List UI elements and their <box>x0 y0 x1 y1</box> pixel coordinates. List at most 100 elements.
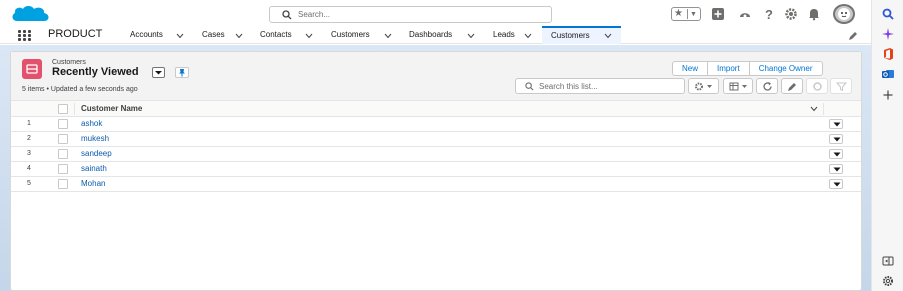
nav-tab-label: Customers <box>331 30 370 39</box>
notifications-bell-icon[interactable] <box>807 7 821 21</box>
row-checkbox[interactable] <box>58 164 68 174</box>
display-as-button[interactable] <box>723 78 753 94</box>
list-view-controls-button[interactable] <box>688 78 719 94</box>
sidebar-toggle-icon[interactable] <box>882 255 894 267</box>
nav-tab-customers[interactable]: Customers <box>331 26 395 44</box>
global-search-input[interactable]: Search... <box>269 6 552 23</box>
list-actions-button-group: New Import Change Owner <box>672 61 823 76</box>
add-icon[interactable] <box>882 89 894 101</box>
office-icon[interactable] <box>882 48 894 60</box>
user-avatar[interactable] <box>833 4 855 24</box>
chevron-down-icon[interactable] <box>810 106 818 112</box>
row-number: 2 <box>27 135 31 142</box>
global-actions-icon[interactable] <box>711 7 725 21</box>
gear-icon <box>695 82 712 91</box>
app-launcher-icon[interactable] <box>18 30 32 42</box>
nav-tab-accounts[interactable]: Accounts <box>130 26 188 44</box>
refresh-button[interactable] <box>756 78 778 94</box>
nav-tab-cases[interactable]: Cases <box>202 26 246 44</box>
column-divider <box>823 103 824 115</box>
select-all-checkbox[interactable] <box>58 104 68 114</box>
table-row[interactable]: 2 mukesh <box>11 132 861 147</box>
chevron-down-icon[interactable] <box>384 33 392 39</box>
column-divider <box>74 103 75 115</box>
salesforce-logo[interactable] <box>9 3 53 25</box>
row-checkbox[interactable] <box>58 134 68 144</box>
search-icon[interactable] <box>882 8 894 20</box>
list-search-placeholder: Search this list... <box>539 82 598 91</box>
chevron-down-icon[interactable]: ▼ <box>690 9 697 20</box>
filter-button[interactable] <box>830 78 852 94</box>
customer-name-link[interactable]: sainath <box>81 164 107 173</box>
chevron-down-icon[interactable] <box>467 33 475 39</box>
row-actions-button[interactable] <box>829 179 843 189</box>
app-name: PRODUCT <box>48 28 103 40</box>
chevron-down-icon <box>833 152 841 157</box>
chevron-down-icon <box>155 71 162 75</box>
list-view-card: Customers Recently Viewed 5 items • Upda… <box>10 51 862 291</box>
chevron-down-icon[interactable] <box>305 33 313 39</box>
chevron-down-icon[interactable] <box>176 33 184 39</box>
table-row[interactable]: 5 Mohan <box>11 177 861 192</box>
nav-tab-customers-active[interactable]: Customers <box>542 26 621 44</box>
nav-tab-leads[interactable]: Leads <box>493 26 535 44</box>
change-owner-button[interactable]: Change Owner <box>750 62 822 75</box>
app-navigation-bar: PRODUCT Accounts Cases Contacts Customer… <box>0 26 871 44</box>
customer-name-link[interactable]: sandeep <box>81 149 112 158</box>
table-icon <box>729 82 747 91</box>
nav-tab-label: Leads <box>493 30 515 39</box>
inline-edit-button[interactable] <box>781 78 803 94</box>
row-actions-button[interactable] <box>829 119 843 129</box>
setup-gear-icon[interactable] <box>784 7 798 21</box>
outlook-icon[interactable] <box>882 68 894 80</box>
nav-tab-dashboards[interactable]: Dashboards <box>409 26 479 44</box>
chevron-down-icon[interactable] <box>235 33 243 39</box>
pin-list-view-button[interactable] <box>175 67 189 78</box>
column-header-customer-name[interactable]: Customer Name <box>81 104 142 113</box>
new-button[interactable]: New <box>673 62 709 75</box>
list-search-input[interactable]: Search this list... <box>515 78 685 94</box>
table-row[interactable]: 3 sandeep <box>11 147 861 162</box>
import-button[interactable]: Import <box>708 62 750 75</box>
edit-nav-pencil-icon[interactable] <box>848 31 858 41</box>
row-number: 4 <box>27 165 31 172</box>
settings-gear-icon[interactable] <box>882 275 894 287</box>
chevron-down-icon[interactable] <box>524 33 532 39</box>
chevron-down-icon <box>833 122 841 127</box>
list-view-switcher-button[interactable] <box>152 67 165 78</box>
charts-button[interactable] <box>806 78 828 94</box>
list-view-header: Customers Recently Viewed 5 items • Upda… <box>11 52 861 101</box>
favorites-divider <box>687 9 688 19</box>
help-icon[interactable]: ? <box>762 7 776 21</box>
table-header-row: Customer Name <box>11 101 861 117</box>
pencil-icon <box>788 83 796 91</box>
table-row[interactable]: 4 sainath <box>11 162 861 177</box>
nav-tab-contacts[interactable]: Contacts <box>260 26 316 44</box>
chevron-down-icon[interactable] <box>604 33 612 39</box>
row-actions-button[interactable] <box>829 134 843 144</box>
pin-icon <box>179 69 185 77</box>
customer-name-link[interactable]: ashok <box>81 119 102 128</box>
row-actions-button[interactable] <box>829 164 843 174</box>
favorites-button[interactable]: ★ ▼ <box>671 7 701 21</box>
row-checkbox[interactable] <box>58 179 68 189</box>
row-checkbox[interactable] <box>58 149 68 159</box>
customer-name-link[interactable]: mukesh <box>81 134 109 143</box>
row-actions-button[interactable] <box>829 149 843 159</box>
row-number: 5 <box>27 180 31 187</box>
row-checkbox[interactable] <box>58 119 68 129</box>
copilot-sparkle-icon[interactable] <box>882 28 894 40</box>
svg-text:?: ? <box>765 7 773 21</box>
list-meta-status: 5 items • Updated a few seconds ago <box>22 86 138 93</box>
trailhead-icon[interactable] <box>738 7 752 21</box>
browser-sidebar <box>871 0 903 291</box>
search-icon <box>525 82 534 91</box>
table-row[interactable]: 1 ashok <box>11 117 861 132</box>
nav-tab-label: Dashboards <box>409 30 453 39</box>
nav-tab-label: Customers <box>551 31 590 40</box>
customer-name-link[interactable]: Mohan <box>81 179 105 188</box>
chart-icon <box>813 82 822 91</box>
nav-tab-label: Contacts <box>260 30 292 39</box>
search-icon <box>282 10 292 20</box>
list-view-name[interactable]: Recently Viewed <box>52 66 139 78</box>
